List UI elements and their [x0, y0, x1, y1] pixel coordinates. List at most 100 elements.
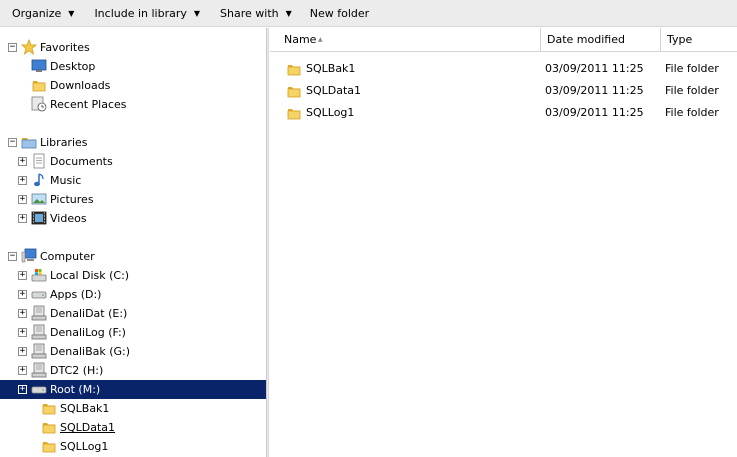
drive-f-label: DenaliLog (F:) — [50, 326, 126, 339]
tree-item-recent-places[interactable]: Recent Places — [0, 95, 266, 114]
include-in-library-label: Include in library — [94, 6, 187, 20]
expand-icon[interactable]: + — [18, 385, 27, 394]
command-bar: Organize ▼ Include in library ▼ Share wi… — [0, 0, 737, 27]
downloads-folder-icon — [31, 77, 47, 93]
collapse-icon[interactable]: − — [8, 252, 17, 261]
column-header-name[interactable]: Name ▲ — [278, 28, 540, 51]
tree-item-drive-c[interactable]: + Local Disk (C:) — [0, 266, 266, 285]
tree-item-videos[interactable]: + Videos — [0, 209, 266, 228]
drive-h-label: DTC2 (H:) — [50, 364, 104, 377]
expand-icon[interactable]: + — [18, 195, 27, 204]
file-name: SQLData1 — [306, 84, 362, 97]
collapse-icon[interactable]: − — [8, 43, 17, 52]
column-headers: Name ▲ Date modified Type — [270, 28, 737, 52]
documents-label: Documents — [50, 155, 113, 168]
tree-item-drive-m-selected[interactable]: + Root (M:) — [0, 380, 266, 399]
table-row[interactable]: SQLLog1 03/09/2011 11:25 File folder — [270, 102, 737, 124]
navigation-pane: − Favorites Desktop Downloads Recent Pla… — [0, 28, 266, 457]
table-row[interactable]: SQLBak1 03/09/2011 11:25 File folder — [270, 58, 737, 80]
drive-c-label: Local Disk (C:) — [50, 269, 130, 282]
file-type: File folder — [665, 84, 719, 97]
drive-d-label: Apps (D:) — [50, 288, 102, 301]
tree-item-drive-d[interactable]: + Apps (D:) — [0, 285, 266, 304]
collapse-icon[interactable]: − — [8, 138, 17, 147]
videos-icon — [31, 211, 47, 225]
expand-icon[interactable]: + — [18, 347, 27, 356]
file-name: SQLBak1 — [306, 62, 356, 75]
share-with-label: Share with — [220, 6, 279, 20]
file-date: 03/09/2011 11:25 — [545, 84, 644, 97]
expand-icon[interactable]: + — [18, 328, 27, 337]
folder-icon — [286, 105, 302, 121]
expand-icon[interactable]: + — [18, 271, 27, 280]
music-icon — [34, 173, 44, 187]
type-header-label: Type — [667, 33, 693, 46]
expand-icon[interactable]: + — [18, 290, 27, 299]
folder-icon — [286, 61, 302, 77]
system-drive-icon — [31, 269, 47, 282]
expand-icon[interactable]: + — [18, 214, 27, 223]
tree-computer[interactable]: − Computer — [0, 247, 266, 266]
organize-button[interactable]: Organize ▼ — [0, 0, 82, 27]
drive-m-label: Root (M:) — [50, 383, 101, 396]
tree-item-music[interactable]: + Music — [0, 171, 266, 190]
pictures-icon — [31, 193, 47, 205]
tree-item-sqllog1[interactable]: SQLLog1 — [0, 437, 266, 456]
tree-favorites[interactable]: − Favorites — [0, 38, 266, 57]
column-header-type[interactable]: Type — [661, 28, 737, 51]
desktop-label: Desktop — [50, 60, 96, 73]
tree-item-drive-h[interactable]: + DTC2 (H:) — [0, 361, 266, 380]
documents-icon — [33, 153, 45, 169]
videos-label: Videos — [50, 212, 87, 225]
folder-icon — [41, 419, 57, 435]
drive-icon — [31, 386, 47, 394]
libraries-label: Libraries — [40, 136, 88, 149]
sort-ascending-icon: ▲ — [318, 36, 323, 43]
new-folder-label: New folder — [309, 6, 370, 20]
column-header-date-modified[interactable]: Date modified — [541, 28, 661, 51]
tree-item-sqlbak1[interactable]: SQLBak1 — [0, 399, 266, 418]
file-list: Name ▲ Date modified Type SQLBak1 03/09/… — [270, 28, 737, 457]
include-in-library-button[interactable]: Include in library ▼ — [82, 0, 208, 27]
desktop-icon — [31, 59, 47, 72]
network-drive-icon — [31, 324, 47, 340]
expand-icon[interactable]: + — [18, 157, 27, 166]
tree-item-drive-f[interactable]: + DenaliLog (F:) — [0, 323, 266, 342]
music-label: Music — [50, 174, 82, 187]
tree-item-downloads[interactable]: Downloads — [0, 76, 266, 95]
folder-icon — [286, 83, 302, 99]
tree-item-sqldata1[interactable]: SQLData1 — [0, 418, 266, 437]
file-date: 03/09/2011 11:25 — [545, 106, 644, 119]
expand-icon[interactable]: + — [18, 366, 27, 375]
tree-item-pictures[interactable]: + Pictures — [0, 190, 266, 209]
drive-g-label: DenaliBak (G:) — [50, 345, 131, 358]
folder-icon — [41, 438, 57, 454]
drive-e-label: DenaliDat (E:) — [50, 307, 128, 320]
share-with-button[interactable]: Share with ▼ — [208, 0, 300, 27]
tree-item-drive-g[interactable]: + DenaliBak (G:) — [0, 342, 266, 361]
file-type: File folder — [665, 106, 719, 119]
sqllog1-label: SQLLog1 — [60, 440, 109, 453]
computer-label: Computer — [40, 250, 95, 263]
downloads-label: Downloads — [50, 79, 111, 92]
recent-places-icon — [31, 96, 47, 112]
date-header-label: Date modified — [547, 33, 625, 46]
tree-item-drive-e[interactable]: + DenaliDat (E:) — [0, 304, 266, 323]
pictures-label: Pictures — [50, 193, 94, 206]
tree-libraries[interactable]: − Libraries — [0, 133, 266, 152]
network-drive-icon — [31, 343, 47, 359]
tree-item-desktop[interactable]: Desktop — [0, 57, 266, 76]
pane-splitter[interactable] — [266, 28, 269, 457]
network-drive-icon — [31, 305, 47, 321]
tree-item-documents[interactable]: + Documents — [0, 152, 266, 171]
new-folder-button[interactable]: New folder — [300, 0, 369, 27]
sqlbak1-label: SQLBak1 — [60, 402, 110, 415]
folder-icon — [41, 400, 57, 416]
file-type: File folder — [665, 62, 719, 75]
table-row[interactable]: SQLData1 03/09/2011 11:25 File folder — [270, 80, 737, 102]
name-header-label: Name — [284, 33, 317, 46]
organize-label: Organize — [12, 6, 62, 20]
expand-icon[interactable]: + — [18, 176, 27, 185]
file-name: SQLLog1 — [306, 106, 355, 119]
expand-icon[interactable]: + — [18, 309, 27, 318]
